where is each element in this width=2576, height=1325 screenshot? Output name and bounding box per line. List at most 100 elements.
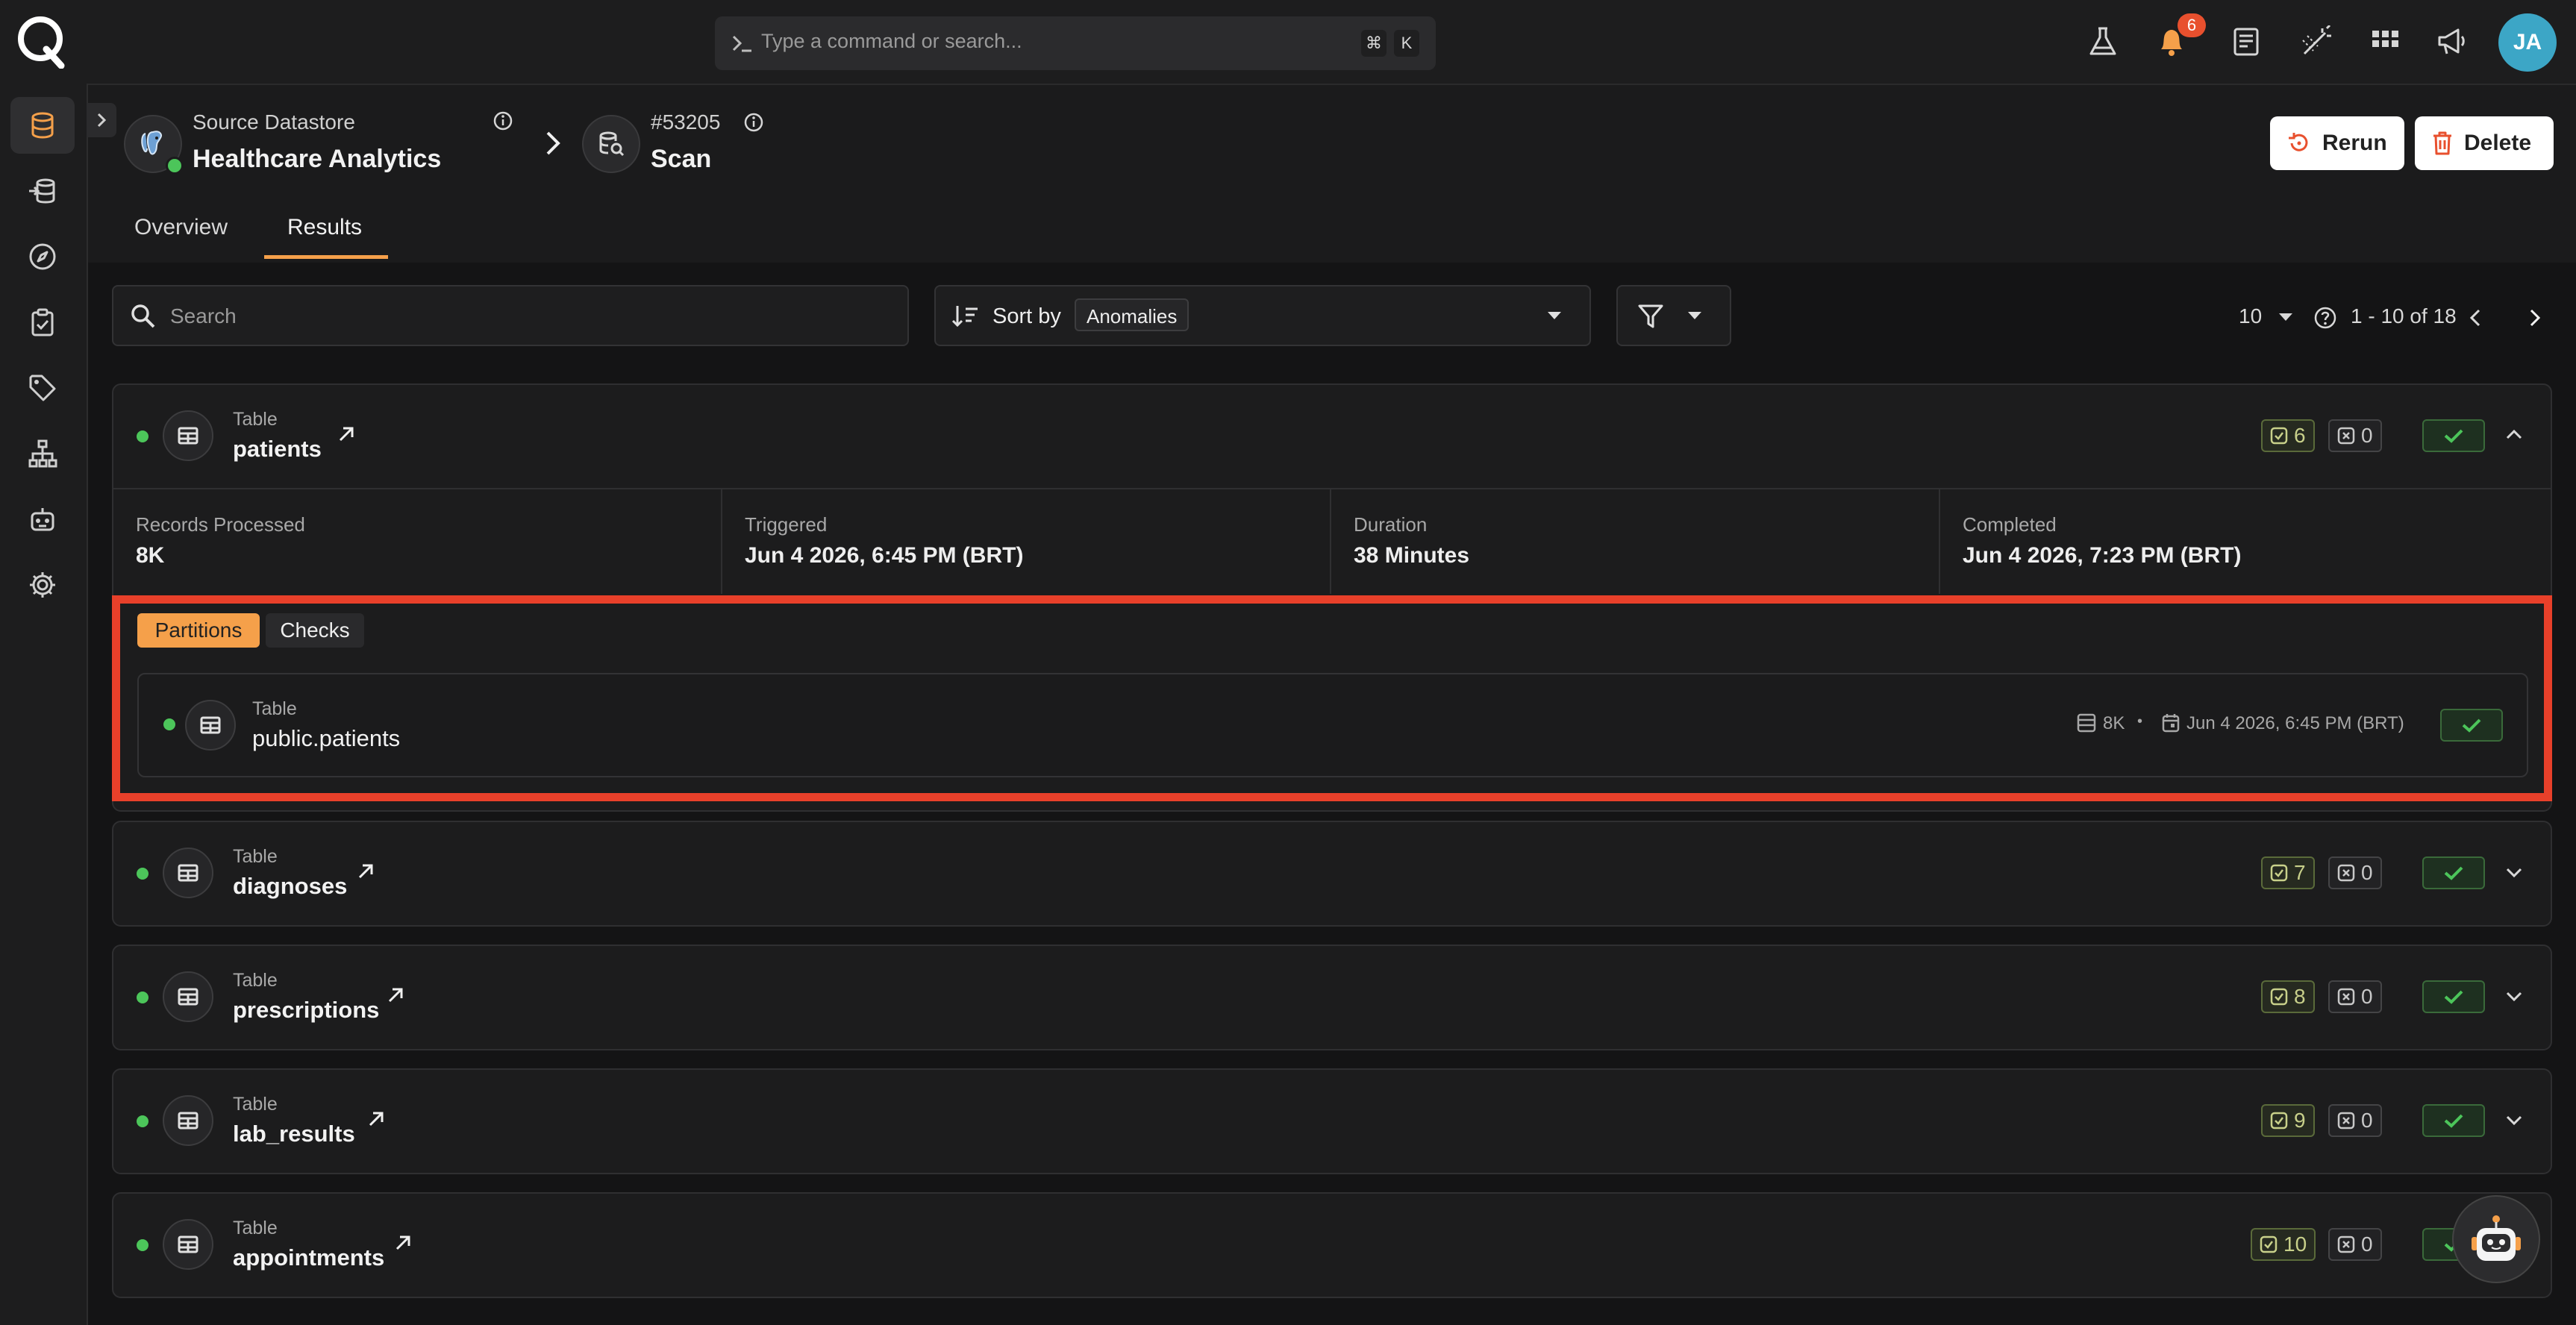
scan-id-label: #53205 [651, 110, 721, 134]
stat-label: Completed [1963, 513, 2057, 536]
stat-triggered: Triggered Jun 4 2026, 6:45 PM (BRT) [722, 489, 1331, 594]
external-link-icon[interactable] [385, 985, 406, 1006]
rerun-icon [2270, 131, 2322, 156]
tab-results[interactable]: Results [287, 215, 362, 240]
chevron-down-icon[interactable] [2504, 989, 2524, 1004]
result-name[interactable]: diagnoses [233, 873, 347, 900]
page-size-value[interactable]: 10 [2239, 304, 2262, 328]
chevron-down-icon[interactable] [2504, 1113, 2524, 1128]
search-input[interactable]: Search [112, 285, 909, 346]
app-logo-icon[interactable] [13, 13, 69, 69]
status-dot [137, 1115, 149, 1127]
result-card-prescriptions[interactable] [112, 945, 2552, 1050]
result-name[interactable]: lab_results [233, 1121, 355, 1147]
assistant-bot-button[interactable] [2452, 1195, 2540, 1283]
flask-icon[interactable] [2086, 25, 2119, 58]
chevron-up-icon[interactable] [2504, 427, 2524, 442]
stat-records-processed: Records Processed 8K [113, 489, 722, 594]
partition-type-label: Table [252, 698, 297, 719]
rerun-button[interactable]: Rerun [2270, 116, 2404, 170]
checks-failed-count: 0 [2361, 1232, 2373, 1256]
page-size-caret-icon[interactable] [2278, 312, 2294, 322]
trash-icon [2415, 131, 2464, 156]
search-icon [130, 303, 157, 330]
passed-status-badge [2422, 419, 2485, 452]
terminal-prompt-icon [731, 33, 754, 54]
checks-failed-count: 0 [2361, 424, 2373, 447]
checks-failed-count: 0 [2361, 1109, 2373, 1132]
checkmark-icon [2443, 427, 2464, 444]
sidebar-item-hierarchy[interactable] [10, 425, 75, 482]
external-link-icon[interactable] [366, 1109, 387, 1130]
sidebar-item-tags[interactable] [10, 360, 75, 416]
sidebar-item-checks[interactable] [10, 294, 75, 351]
checks-passed-count: 6 [2294, 424, 2306, 447]
sidebar-item-settings[interactable] [10, 557, 75, 613]
sort-by-select[interactable]: Sort by Anomalies [934, 285, 1591, 346]
datastore-type-label: Source Datastore [193, 110, 355, 134]
external-link-icon[interactable] [355, 861, 376, 882]
sort-by-label: Sort by [992, 304, 1061, 328]
sort-icon [951, 303, 981, 330]
sidebar-item-enrichment[interactable] [10, 163, 75, 219]
checks-failed-badge: 0 [2328, 1228, 2382, 1261]
checks-toggle-button[interactable]: Checks [266, 613, 364, 648]
magic-wand-icon[interactable] [2300, 25, 2333, 58]
stat-value: Jun 4 2026, 7:23 PM (BRT) [1963, 543, 2242, 568]
command-search-bar[interactable]: Type a command or search... ⌘ K [715, 16, 1436, 70]
delete-button[interactable]: Delete [2415, 116, 2554, 170]
result-card-diagnoses[interactable] [112, 821, 2552, 927]
help-circle-icon[interactable] [2313, 306, 2337, 330]
datastore-status-dot [166, 157, 184, 175]
database-icon [28, 110, 57, 140]
filter-icon [1637, 303, 1664, 330]
megaphone-icon[interactable] [2436, 25, 2469, 58]
checks-passed-badge: 6 [2261, 419, 2315, 452]
scan-icon [582, 115, 640, 173]
document-icon[interactable] [2230, 25, 2263, 58]
filter-button[interactable] [1616, 285, 1731, 346]
chevron-down-icon[interactable] [2504, 865, 2524, 880]
sidebar-item-agents[interactable] [10, 491, 75, 548]
apps-grid-icon[interactable] [2369, 25, 2401, 58]
stat-label: Triggered [745, 513, 828, 536]
result-card-lab-results[interactable] [112, 1068, 2552, 1174]
checkmark-icon [2443, 865, 2464, 881]
table-icon [163, 1219, 213, 1270]
datastore-name[interactable]: Healthcare Analytics [193, 145, 441, 174]
checks-failed-count: 0 [2361, 985, 2373, 1008]
scan-title: Scan [651, 145, 712, 173]
database-import-icon [28, 176, 57, 206]
external-link-icon[interactable] [336, 424, 357, 445]
partitions-toggle-button[interactable]: Partitions [137, 613, 260, 648]
user-avatar[interactable]: JA [2498, 13, 2557, 72]
previous-page-button[interactable] [2466, 306, 2486, 330]
partition-status-dot [163, 718, 175, 730]
info-icon[interactable] [493, 110, 513, 131]
external-link-icon[interactable] [393, 1232, 413, 1253]
sidebar-expand-button[interactable] [87, 103, 116, 137]
partition-passed-badge [2440, 709, 2503, 742]
tab-overview[interactable]: Overview [134, 215, 228, 240]
scan-info-icon[interactable] [743, 112, 764, 133]
stat-value: Jun 4 2026, 6:45 PM (BRT) [745, 543, 1024, 568]
next-page-button[interactable] [2524, 306, 2545, 330]
result-type-label: Table [233, 1218, 278, 1238]
result-card-appointments[interactable] [112, 1192, 2552, 1298]
sidebar-item-explore[interactable] [10, 228, 75, 285]
result-name[interactable]: appointments [233, 1244, 384, 1271]
checks-failed-badge: 0 [2328, 419, 2382, 452]
partition-name: public.patients [252, 725, 401, 751]
passed-status-badge [2422, 980, 2485, 1013]
filter-caret-icon [1686, 310, 1703, 321]
sidebar-item-datastores[interactable] [10, 97, 75, 154]
status-dot [137, 868, 149, 880]
checks-failed-badge: 0 [2328, 856, 2382, 889]
breadcrumb-separator-icon [542, 130, 563, 157]
compass-icon [28, 242, 57, 272]
result-name[interactable]: prescriptions [233, 997, 379, 1024]
result-name[interactable]: patients [233, 436, 322, 463]
shortcut-cmd-key: ⌘ [1361, 30, 1387, 57]
sort-value-chip: Anomalies [1075, 298, 1189, 331]
checks-passed-badge: 9 [2261, 1104, 2315, 1137]
